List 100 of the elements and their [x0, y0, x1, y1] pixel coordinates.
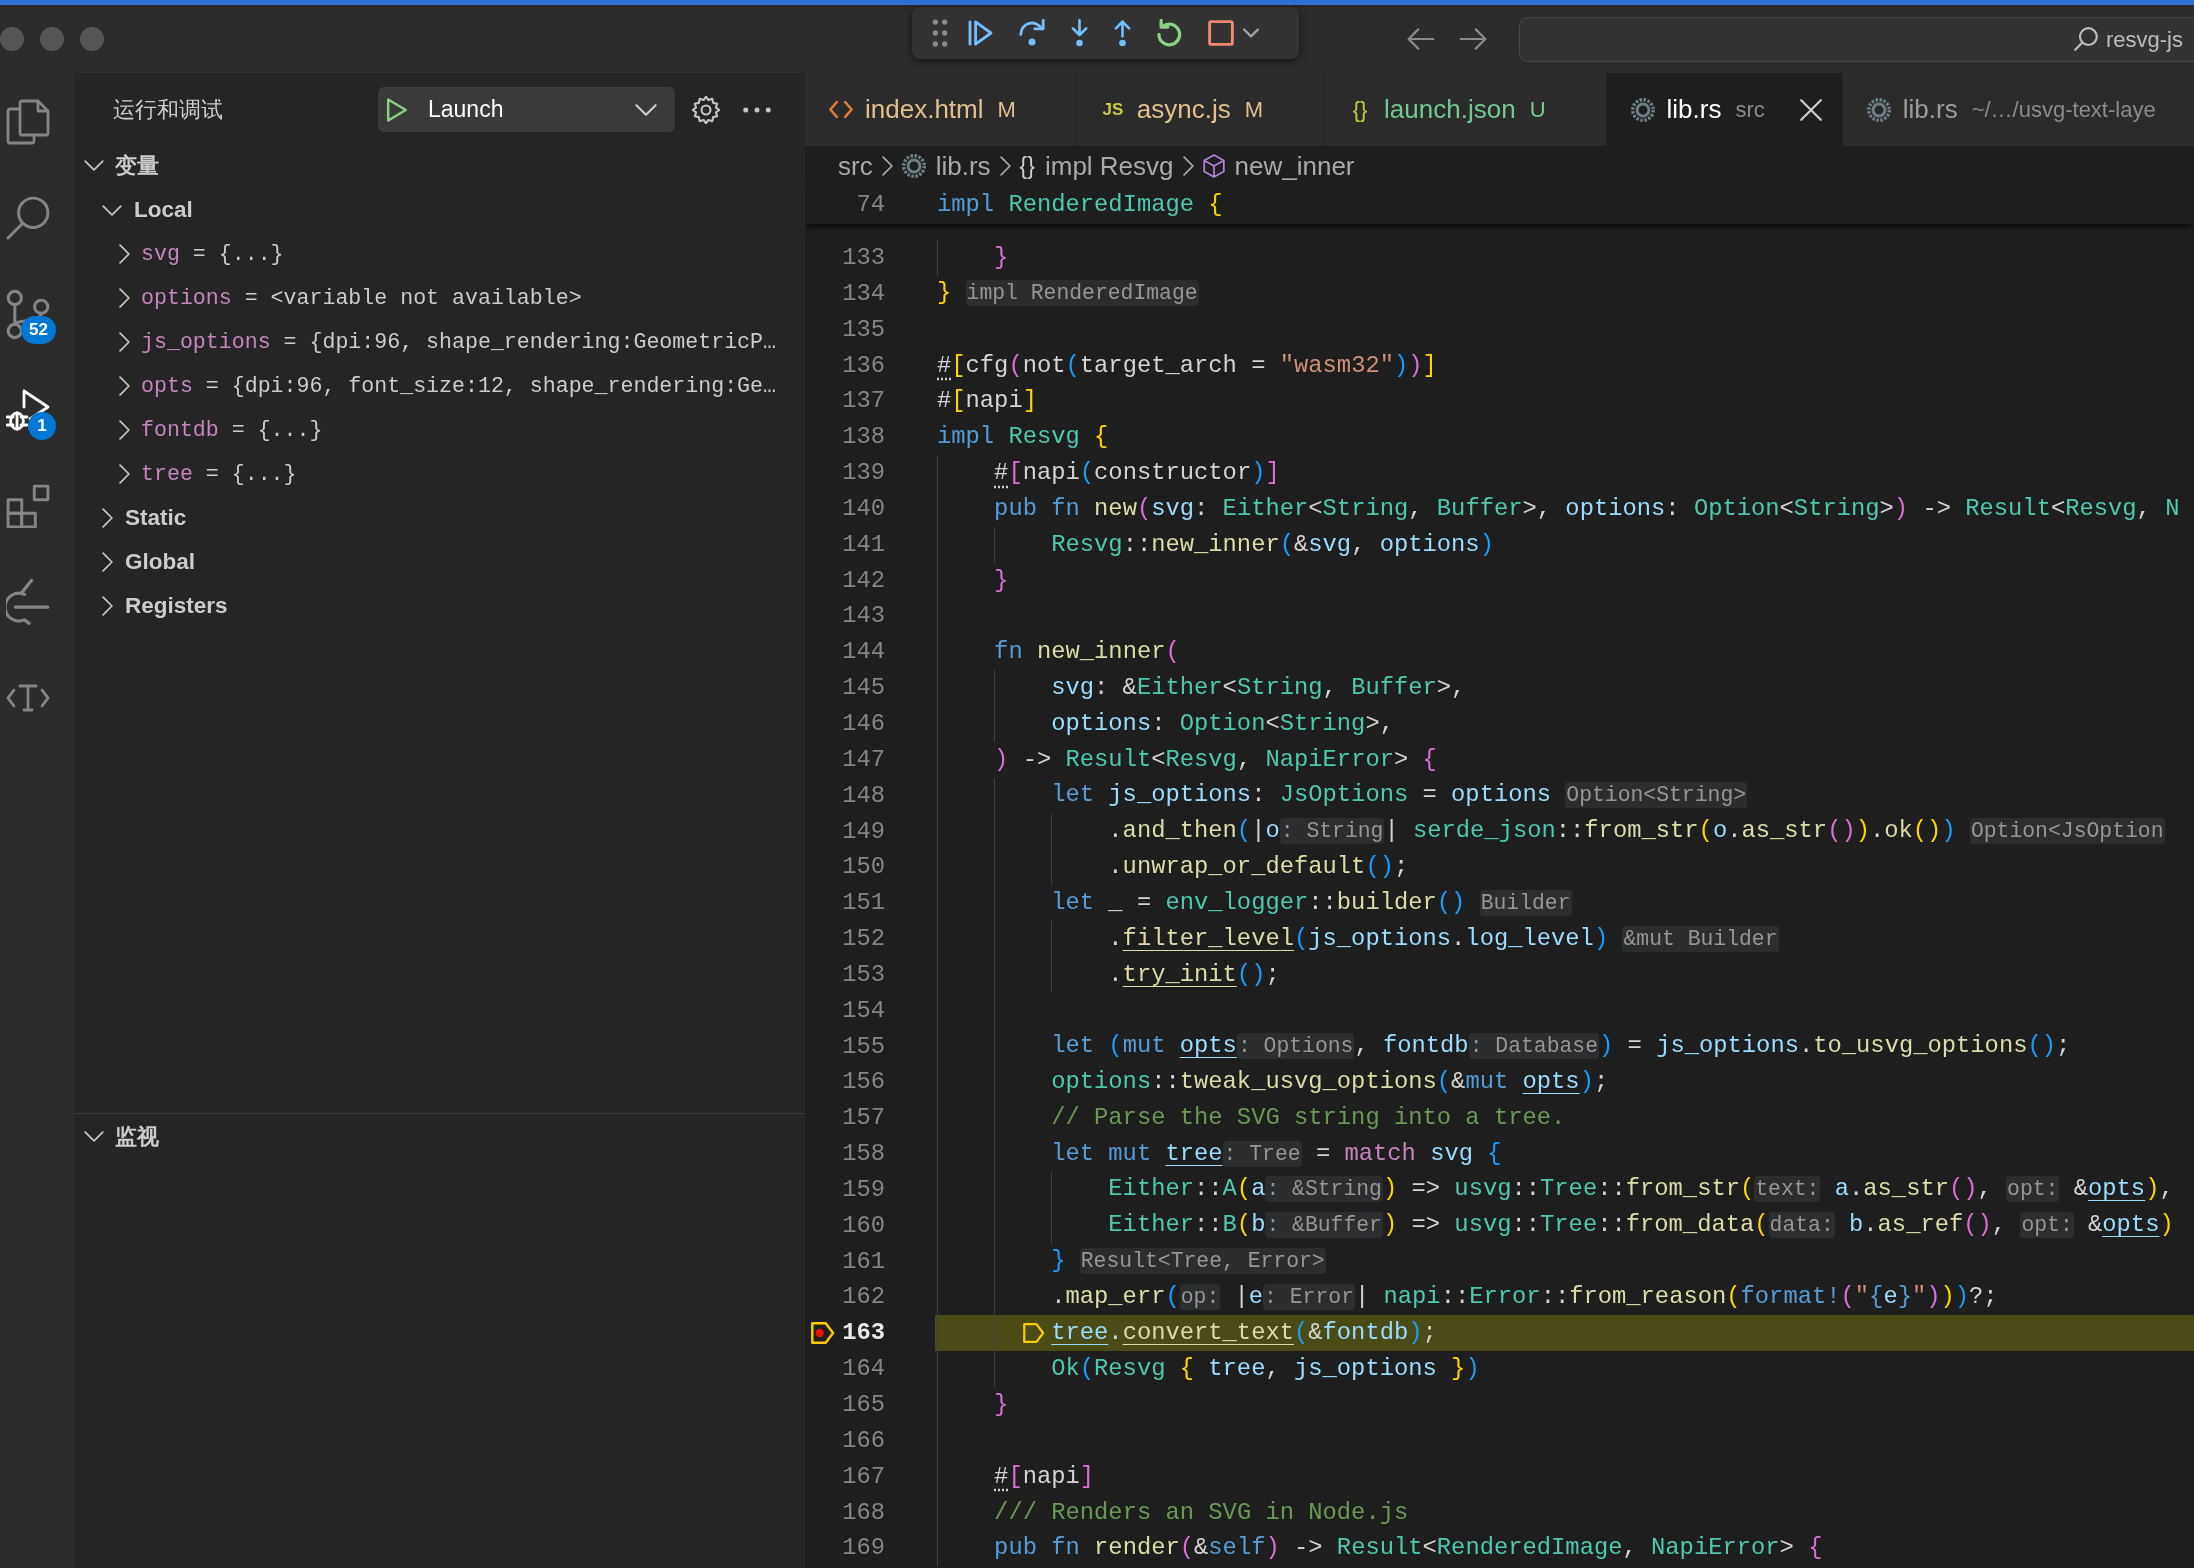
code-line: pub fn new(svg: Either<String, Buffer>, options: Option<String>) -> Result<Resvg, N	[994, 493, 2180, 524]
variable-row[interactable]: svg = {...}	[74, 232, 805, 276]
line-number: 133	[842, 244, 885, 271]
variable-row[interactable]: js_options = {dpi:96, shape_rendering:GeometricP…	[74, 320, 805, 364]
variable-row[interactable]: tree = {...}	[74, 452, 805, 496]
chevron-right-icon[interactable]	[102, 508, 113, 528]
chevron-right-icon[interactable]	[102, 552, 113, 572]
angle-t-icon[interactable]	[6, 684, 50, 712]
chevron-right-icon[interactable]	[119, 464, 130, 484]
chevron-right-icon[interactable]	[119, 332, 130, 352]
chevron-right-icon[interactable]	[102, 596, 113, 616]
settings-icon[interactable]	[692, 95, 720, 124]
chevron-right-icon[interactable]	[119, 288, 130, 308]
file-type-glyph: JS	[1101, 98, 1125, 121]
restart-icon[interactable]	[1156, 19, 1184, 47]
step-into-icon[interactable]	[1070, 19, 1089, 47]
breadcrumb-item[interactable]: {} impl Resvg	[1019, 146, 1174, 186]
line-number: 163	[842, 1319, 885, 1347]
code-line: pub fn render(&self) -> Result<RenderedImage, NapiError> {	[994, 1533, 1823, 1564]
variable-row[interactable]: fontdb = {...}	[74, 408, 805, 452]
search-icon[interactable]	[6, 196, 50, 240]
chevron-right-icon[interactable]	[119, 420, 130, 440]
code-line: .filter_level(js_options.log_level) &mut Builder	[1108, 923, 1779, 954]
line-number: 150	[842, 853, 885, 881]
chevron-down-icon[interactable]	[102, 204, 122, 216]
chevron-right-icon[interactable]	[119, 376, 130, 396]
chevron-down-icon[interactable]	[84, 1130, 104, 1142]
code-line: #[cfg(not(target_arch = "wasm32"))]	[937, 350, 1437, 381]
chevron-right-icon[interactable]	[119, 244, 130, 264]
code-line: Either::B(b: &Buffer) => usvg::Tree::from_data(data: b.as_ref(), opt: &opts)	[1108, 1210, 2174, 1241]
line-number: 159	[842, 1175, 885, 1203]
step-over-icon[interactable]	[1018, 19, 1046, 47]
code-line: impl RenderedImage {	[937, 190, 1223, 220]
line-number: 147	[842, 745, 885, 773]
search-icon	[2074, 27, 2098, 51]
forward-arrow-icon[interactable]	[1459, 28, 1487, 50]
section-header[interactable]: 变量	[74, 146, 805, 184]
code-line: Either::A(a: &String) => usvg::Tree::from_str(text: a.as_str(), opt: &opts),	[1108, 1174, 2174, 1205]
line-number: 148	[842, 781, 885, 809]
code-line: #[napi(constructor)]	[994, 458, 1280, 489]
count-badge: 52	[21, 316, 56, 344]
continue-icon[interactable]	[967, 19, 994, 47]
grip-icon[interactable]	[932, 19, 948, 47]
close-icon[interactable]	[1799, 98, 1822, 121]
code-line: ) -> Result<Resvg, NapiError> {	[994, 744, 1437, 775]
chevron-down-icon[interactable]	[84, 159, 104, 171]
extensions-icon[interactable]	[6, 484, 50, 528]
line-number: 144	[842, 638, 885, 666]
code-line: }	[994, 243, 1009, 273]
code-line: #[napi]	[994, 1461, 1095, 1492]
code-line: fn new_inner(	[994, 637, 1180, 668]
variable-row[interactable]: options = <variable not available>	[74, 276, 805, 320]
line-number: 169	[842, 1534, 885, 1562]
scope-row[interactable]: Local	[74, 188, 805, 232]
run-debug-icon[interactable]	[6, 389, 50, 431]
code-line: } impl RenderedImage	[937, 278, 1199, 309]
stack-frame-icon	[1023, 1323, 1046, 1344]
scope-row[interactable]: Global	[74, 540, 805, 584]
line-number: 164	[842, 1355, 885, 1383]
stop-icon[interactable]	[1208, 20, 1234, 46]
editor-tab[interactable]: lib.rs src	[1606, 73, 1843, 146]
scope-row[interactable]: Registers	[74, 584, 805, 628]
line-number: 158	[842, 1140, 885, 1168]
code-line: svg: &Either<String, Buffer>,	[1051, 673, 1466, 704]
code-line: options::tweak_usvg_options(&mut opts);	[1051, 1067, 1609, 1098]
line-number: 143	[842, 602, 885, 630]
hook-icon[interactable]	[6, 577, 50, 627]
section-header[interactable]: 监视	[74, 1114, 805, 1158]
step-out-icon[interactable]	[1113, 19, 1132, 47]
line-number: 151	[842, 889, 885, 917]
variable-row[interactable]: opts = {dpi:96, font_size:12, shape_rendering:Ge…	[74, 364, 805, 408]
stack-frame-breakpoint-icon[interactable]	[811, 1322, 835, 1345]
chevron-down-icon	[635, 103, 657, 116]
play-icon[interactable]	[387, 97, 407, 122]
code-line: let _ = env_logger::builder() Builder	[1051, 887, 1572, 918]
line-number: 152	[842, 925, 885, 953]
breadcrumb-item[interactable]: src	[838, 146, 873, 186]
back-arrow-icon[interactable]	[1407, 28, 1435, 50]
chevron-right-icon	[999, 156, 1011, 176]
tab-description: M	[1244, 96, 1264, 124]
scope-row[interactable]: Static	[74, 496, 805, 540]
more-icon[interactable]	[743, 106, 771, 113]
breadcrumb-item[interactable]: new_inner	[1202, 146, 1355, 186]
files-icon[interactable]	[6, 99, 50, 145]
count-badge: 1	[28, 412, 56, 440]
source-control-icon[interactable]	[6, 288, 50, 340]
line-number: 156	[842, 1068, 885, 1096]
sidebar-title: 运行和调试	[113, 97, 223, 122]
caret-down-icon[interactable]	[1243, 28, 1259, 38]
line-number: 140	[842, 494, 885, 522]
command-center[interactable]: resvg-js	[1519, 16, 2194, 62]
cube-icon	[1202, 154, 1225, 178]
breadcrumb-item[interactable]: lib.rs	[901, 146, 991, 186]
line-number: 141	[842, 530, 885, 558]
code-line: tree.convert_text(&fontdb);	[1051, 1318, 1437, 1349]
line-number: 154	[842, 996, 885, 1024]
launch-config-dropdown[interactable]: Launch	[378, 87, 675, 132]
line-number: 167	[842, 1462, 885, 1490]
code-line: .map_err(op: |e: Error| napi::Error::from_reason(format!("{e}")))?;	[1051, 1281, 1998, 1312]
code-line: .try_init();	[1108, 959, 1280, 990]
